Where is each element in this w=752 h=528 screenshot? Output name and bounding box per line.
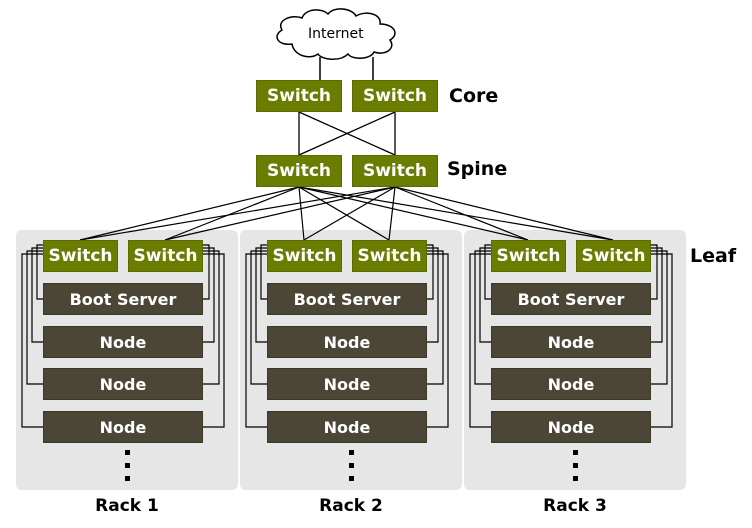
boot-server[interactable]: Boot Server [267, 283, 427, 315]
node[interactable]: Node [267, 326, 427, 358]
leaf-switch[interactable]: Switch [267, 240, 342, 272]
leaf-switch[interactable]: Switch [43, 240, 118, 272]
leaf-switch[interactable]: Switch [491, 240, 566, 272]
spine-leaf-link [298, 186, 614, 241]
node[interactable]: Node [43, 411, 203, 443]
spine-switch-1[interactable]: Switch [256, 155, 342, 187]
more-nodes-ellipsis [349, 450, 355, 489]
spine-switch-2[interactable]: Switch [352, 155, 438, 187]
spine-leaf-link [394, 186, 614, 241]
node[interactable]: Node [267, 411, 427, 443]
leaf-node-link [474, 250, 491, 385]
tier-label-core: Core [449, 85, 499, 107]
leaf-node-link [203, 244, 210, 300]
leaf-node-link [651, 250, 668, 385]
tier-label-leaf: Leaf [690, 245, 737, 267]
rack-label: Rack 2 [319, 496, 383, 516]
leaf-switch[interactable]: Switch [128, 240, 203, 272]
internet-label: Internet [308, 26, 364, 42]
spine-leaf-link [79, 186, 300, 241]
leaf-switch[interactable]: Switch [352, 240, 427, 272]
leaf-node-link [427, 244, 434, 300]
more-nodes-ellipsis [125, 450, 131, 489]
core-switch-1[interactable]: Switch [256, 80, 342, 112]
leaf-node-link [250, 250, 267, 385]
more-nodes-ellipsis [573, 450, 579, 489]
leaf-node-link [203, 250, 220, 385]
leaf-node-link [26, 250, 43, 385]
spine-leaf-link [388, 186, 396, 241]
leaf-node-link [651, 244, 658, 300]
spine-leaf-link [298, 186, 305, 241]
leaf-switch[interactable]: Switch [576, 240, 651, 272]
rack-label: Rack 1 [95, 496, 159, 516]
boot-server[interactable]: Boot Server [491, 283, 651, 315]
node[interactable]: Node [43, 326, 203, 358]
node[interactable]: Node [491, 326, 651, 358]
node[interactable]: Node [267, 368, 427, 400]
node[interactable]: Node [491, 368, 651, 400]
core-switch-2[interactable]: Switch [352, 80, 438, 112]
boot-server[interactable]: Boot Server [43, 283, 203, 315]
node[interactable]: Node [43, 368, 203, 400]
leaf-node-link [427, 250, 444, 385]
tier-label-spine: Spine [447, 158, 508, 180]
node[interactable]: Node [491, 411, 651, 443]
rack-label: Rack 3 [543, 496, 607, 516]
